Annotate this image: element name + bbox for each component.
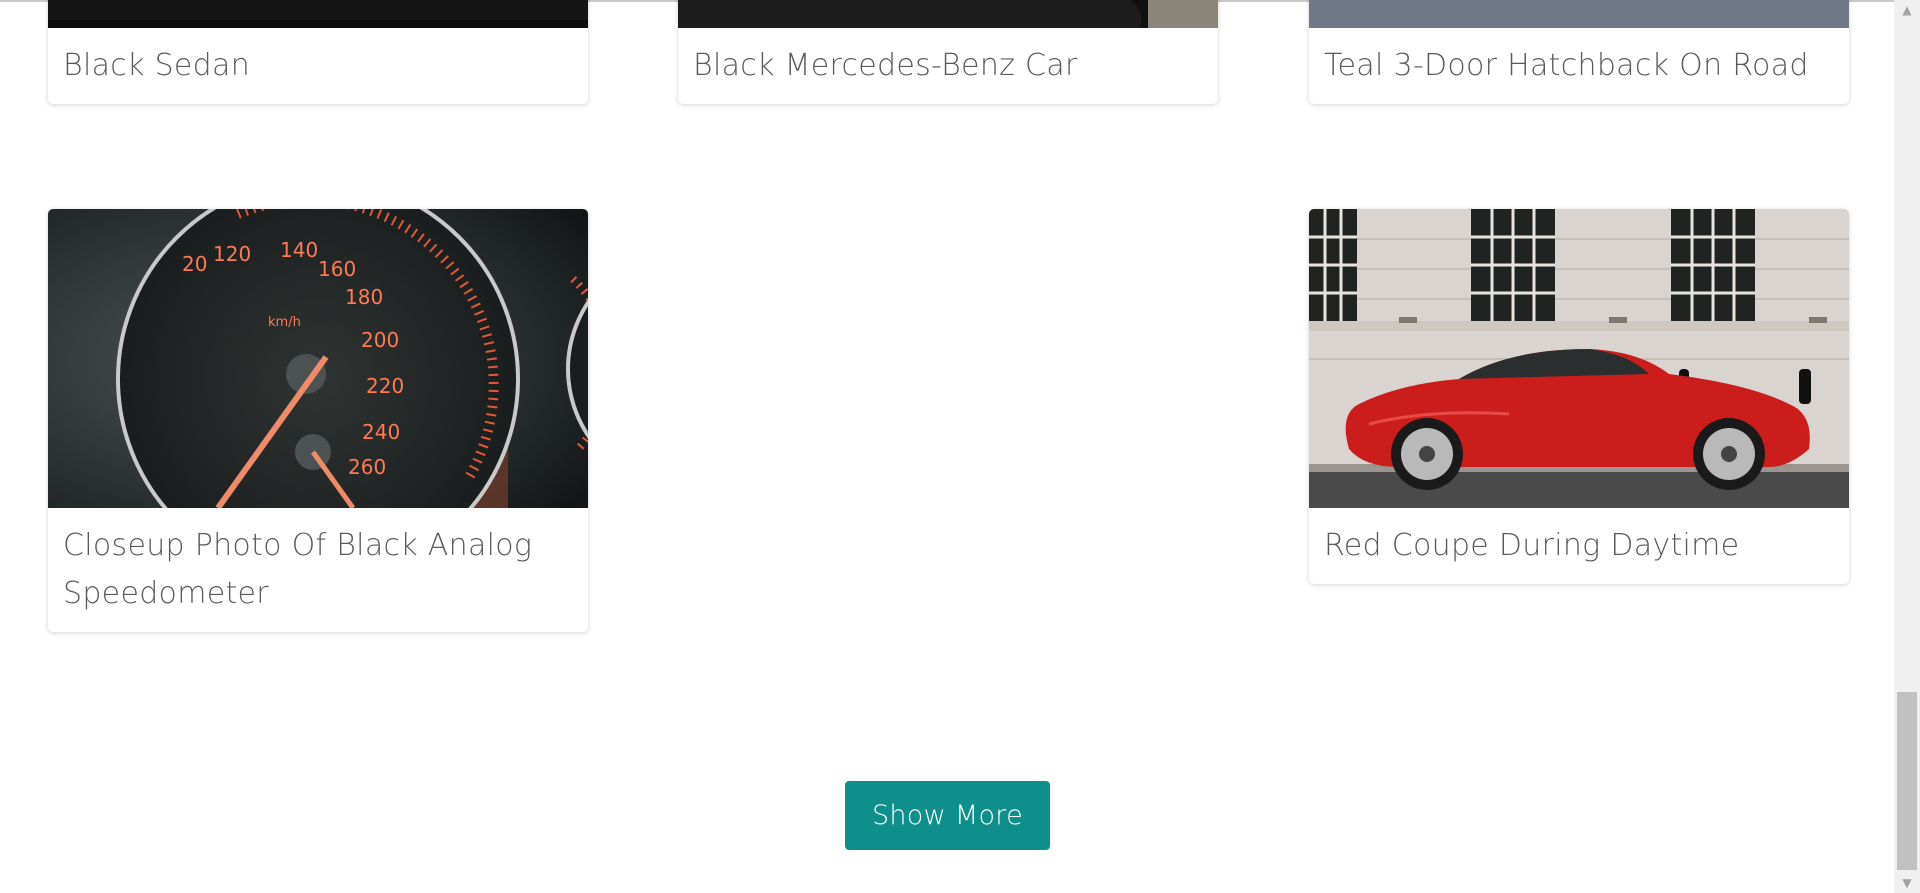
card-title: Black Mercedes-Benz Car	[693, 48, 1078, 83]
scrollbar-thumb[interactable]	[1897, 692, 1917, 870]
gallery-card-teal-hatchback[interactable]: Teal 3-Door Hatchback On Road	[1309, 0, 1849, 104]
speedometer-tick-label: 140	[280, 238, 318, 262]
card-title: Black Sedan	[63, 48, 251, 83]
speedometer-tick-label: 180	[345, 285, 383, 309]
speedometer-tick-label: 220	[366, 374, 404, 398]
gallery-card-black-mercedes[interactable]: Black Mercedes-Benz Car	[678, 0, 1218, 104]
card-title: Teal 3-Door Hatchback On Road	[1324, 48, 1809, 83]
speedometer-tick-label: 20	[182, 252, 207, 276]
speedometer-tick-label: 160	[318, 257, 356, 281]
speedometer-tick-label: 120	[213, 242, 251, 266]
speedometer-tick-label: 240	[362, 420, 400, 444]
gallery-card-black-sedan[interactable]: Black Sedan	[48, 0, 588, 104]
card-image	[1309, 209, 1849, 508]
card-title: Red Coupe During Daytime	[1324, 528, 1740, 563]
triangle-up-icon[interactable]: ▲	[1894, 0, 1920, 20]
card-image	[1309, 0, 1849, 28]
card-title: Closeup Photo Of Black Analog Speedomete…	[63, 528, 533, 611]
triangle-down-icon[interactable]: ▼	[1894, 873, 1920, 893]
card-image	[48, 0, 588, 28]
card-image: 120 140 160 180 200 220 240 260 20 km/h	[48, 209, 588, 508]
card-image	[678, 0, 1218, 28]
speedometer-tick-label: 260	[348, 455, 386, 479]
page: Black Sedan Black Mercedes-Benz Car Teal…	[0, 0, 1920, 893]
gallery-card-speedometer[interactable]: 120 140 160 180 200 220 240 260 20 km/h	[48, 209, 588, 632]
gallery-card-red-coupe[interactable]: Red Coupe During Daytime	[1309, 209, 1849, 584]
speedometer-tick-label: 200	[361, 328, 399, 352]
vertical-scrollbar[interactable]: ▲ ▼	[1894, 0, 1920, 893]
speedometer-unit-label: km/h	[268, 315, 301, 330]
show-more-button[interactable]: Show More	[845, 781, 1050, 850]
